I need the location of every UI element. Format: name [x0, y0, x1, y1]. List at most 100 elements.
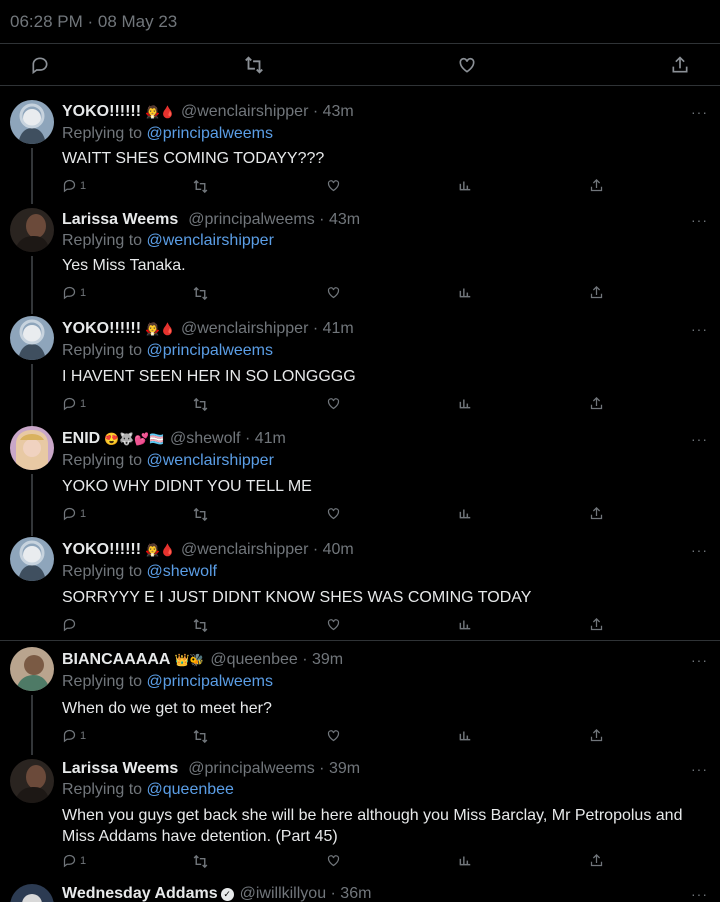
reply-actions: 1: [0, 178, 720, 198]
share-icon[interactable]: [589, 178, 604, 193]
author-handle[interactable]: @queenbee · 39m: [210, 651, 343, 668]
share-icon[interactable]: [589, 285, 604, 300]
share-icon[interactable]: [589, 617, 604, 632]
views-icon[interactable]: [458, 728, 472, 742]
author-handle[interactable]: @iwillkillyou · 36m: [240, 885, 372, 902]
reply-count: 1: [80, 507, 87, 520]
share-icon[interactable]: [668, 53, 692, 77]
share-icon[interactable]: [589, 853, 604, 868]
avatar[interactable]: [10, 759, 54, 803]
reply-icon[interactable]: 1: [62, 396, 86, 411]
views-icon[interactable]: [458, 617, 472, 631]
retweet-icon[interactable]: [242, 53, 266, 77]
more-options-icon[interactable]: ···: [691, 542, 708, 558]
reply-text: Yes Miss Tanaka.: [62, 257, 186, 274]
reply-header: ENID 😍🐺💕🏳️‍⚧️ @shewolf · 41m: [62, 430, 286, 448]
reply-icon[interactable]: 1: [62, 285, 86, 300]
author-name[interactable]: Wednesday Addams: [62, 885, 218, 902]
reply-count: 1: [80, 854, 87, 867]
retweet-icon[interactable]: [192, 396, 209, 413]
replying-to-link[interactable]: @principalweems: [147, 673, 274, 690]
more-options-icon[interactable]: ···: [691, 886, 708, 902]
avatar[interactable]: [10, 316, 54, 360]
author-handle[interactable]: @wenclairshipper · 43m: [181, 103, 354, 120]
reply-text: YOKO WHY DIDNT YOU TELL ME: [62, 478, 312, 495]
author-name[interactable]: YOKO!!!!!!: [62, 320, 141, 337]
share-icon[interactable]: [589, 396, 604, 411]
like-icon[interactable]: [326, 285, 341, 300]
author-name[interactable]: Larissa Weems: [62, 211, 178, 228]
avatar[interactable]: [10, 426, 54, 470]
more-options-icon[interactable]: ···: [691, 321, 708, 337]
views-icon[interactable]: [458, 506, 472, 520]
avatar[interactable]: [10, 884, 54, 902]
views-icon[interactable]: [458, 178, 472, 192]
more-options-icon[interactable]: ···: [691, 431, 708, 447]
reply-text: I HAVENT SEEN HER IN SO LONGGGG: [62, 368, 356, 385]
reply-icon[interactable]: 1: [62, 506, 86, 521]
like-icon[interactable]: [326, 728, 341, 743]
like-icon[interactable]: [455, 53, 479, 77]
reply-header: YOKO!!!!!! 🧛🩸 @wenclairshipper · 40m: [62, 541, 354, 559]
avatar[interactable]: [10, 537, 54, 581]
reply-count: 1: [80, 397, 87, 410]
reply-actions: 1: [0, 853, 720, 873]
more-options-icon[interactable]: ···: [691, 761, 708, 777]
replying-label: Replying to: [62, 452, 143, 469]
reply-actions: 1: [0, 285, 720, 305]
replying-to-link[interactable]: @queenbee: [147, 781, 234, 798]
reply-header: Wednesday Addams ✓ @iwillkillyou · 36m: [62, 885, 371, 902]
author-handle[interactable]: @principalweems · 43m: [188, 211, 360, 228]
more-options-icon[interactable]: ···: [691, 104, 708, 120]
retweet-icon[interactable]: [192, 178, 209, 195]
avatar[interactable]: [10, 647, 54, 691]
replying-to-link[interactable]: @shewolf: [147, 563, 218, 580]
replying-to: Replying to @shewolf: [62, 563, 217, 581]
views-icon[interactable]: [458, 853, 472, 867]
reply-icon[interactable]: 1: [62, 853, 86, 868]
reply-text: WAITT SHES COMING TODAYY???: [62, 150, 325, 167]
like-icon[interactable]: [326, 178, 341, 193]
author-emoji: 😍🐺💕🏳️‍⚧️: [104, 432, 164, 446]
author-handle[interactable]: @principalweems · 39m: [188, 760, 360, 777]
retweet-icon[interactable]: [192, 728, 209, 745]
author-handle[interactable]: @wenclairshipper · 41m: [181, 320, 354, 337]
avatar[interactable]: [10, 100, 54, 144]
more-options-icon[interactable]: ···: [691, 652, 708, 668]
reply-icon[interactable]: [28, 53, 52, 77]
author-name[interactable]: Larissa Weems: [62, 760, 178, 777]
author-handle[interactable]: @wenclairshipper · 40m: [181, 541, 354, 558]
share-icon[interactable]: [589, 728, 604, 743]
like-icon[interactable]: [326, 617, 341, 632]
replying-to: Replying to @principalweems: [62, 342, 273, 360]
author-name[interactable]: ENID: [62, 430, 100, 447]
retweet-icon[interactable]: [192, 853, 209, 870]
retweet-icon[interactable]: [192, 506, 209, 523]
share-icon[interactable]: [589, 506, 604, 521]
reply-icon[interactable]: 1: [62, 728, 86, 743]
like-icon[interactable]: [326, 506, 341, 521]
reply-text: When do we get to meet her?: [62, 700, 272, 717]
avatar[interactable]: [10, 208, 54, 252]
views-icon[interactable]: [458, 396, 472, 410]
more-options-icon[interactable]: ···: [691, 212, 708, 228]
replying-to-link[interactable]: @principalweems: [147, 342, 274, 359]
replying-to-link[interactable]: @principalweems: [147, 125, 274, 142]
author-name[interactable]: BIANCAAAAA: [62, 651, 170, 668]
author-handle[interactable]: @shewolf · 41m: [170, 430, 286, 447]
reply-icon[interactable]: [62, 617, 80, 632]
divider: [0, 85, 720, 86]
retweet-icon[interactable]: [192, 617, 209, 634]
like-icon[interactable]: [326, 853, 341, 868]
author-emoji: 🧛🩸: [145, 543, 175, 557]
author-name[interactable]: YOKO!!!!!!: [62, 541, 141, 558]
views-icon[interactable]: [458, 285, 472, 299]
reply-count: 1: [80, 729, 87, 742]
replying-to-link[interactable]: @wenclairshipper: [147, 232, 274, 249]
replying-to: Replying to @principalweems: [62, 673, 273, 691]
reply-icon[interactable]: 1: [62, 178, 86, 193]
retweet-icon[interactable]: [192, 285, 209, 302]
author-name[interactable]: YOKO!!!!!!: [62, 103, 141, 120]
like-icon[interactable]: [326, 396, 341, 411]
replying-to-link[interactable]: @wenclairshipper: [147, 452, 274, 469]
